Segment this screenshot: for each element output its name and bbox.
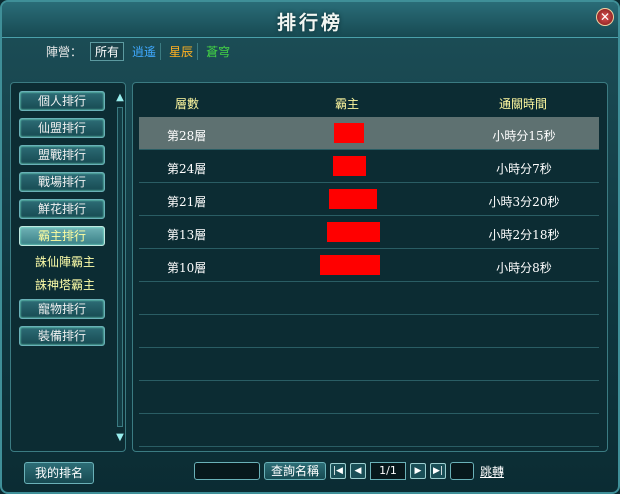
my-rank-button[interactable]: 我的排名 [24, 462, 94, 484]
search-name-input[interactable] [194, 462, 260, 480]
jump-link[interactable]: 跳轉 [480, 463, 504, 480]
sidebar-item-personal[interactable]: 個人排行 [19, 91, 105, 111]
window-title: 排行榜 [276, 12, 343, 34]
close-icon[interactable]: ✕ [596, 8, 614, 26]
table-row[interactable]: 第13層 小時2分18秒 [139, 216, 599, 249]
camp-option-all[interactable]: 所有 [90, 41, 125, 61]
next-page-icon[interactable]: ▶ [410, 463, 426, 479]
sidebar-scrollbar[interactable]: ▲ ▼ [115, 93, 125, 443]
header-level: 層數 [175, 97, 200, 111]
row-level: 第10層 [167, 261, 207, 275]
sidebar-item-flower[interactable]: 鮮花排行 [19, 199, 105, 219]
redacted-name [334, 123, 364, 143]
table-row[interactable]: 第28層 小時分15秒 [139, 117, 599, 150]
table-row[interactable]: 第21層 小時3分20秒 [139, 183, 599, 216]
sidebar-item-overlord[interactable]: 霸主排行 [19, 226, 105, 246]
redacted-name [327, 222, 380, 242]
empty-row [139, 381, 599, 414]
sidebar-item-guild[interactable]: 仙盟排行 [19, 118, 105, 138]
header-time: 通關時間 [499, 97, 548, 111]
sidebar-item-equipment[interactable]: 裝備排行 [19, 326, 105, 346]
empty-row [139, 414, 599, 447]
camp-filter: 陣營： 所有 逍遙 星辰 蒼穹 [10, 40, 610, 62]
redacted-name [329, 189, 377, 209]
row-time: 小時分8秒 [496, 261, 552, 275]
row-time: 小時3分20秒 [488, 195, 560, 209]
first-page-icon[interactable]: |◀ [330, 463, 346, 479]
sidebar-subitem-zhushen[interactable]: 誅神塔霸主 [35, 276, 95, 293]
empty-row [139, 282, 599, 315]
camp-option-xiaoyao[interactable]: 逍遙 [128, 42, 162, 60]
empty-row [139, 315, 599, 348]
sidebar-item-pet[interactable]: 寵物排行 [19, 299, 105, 319]
row-level: 第13層 [167, 228, 207, 242]
leaderboard-window: 排行榜 ✕ 陣營： 所有 逍遙 星辰 蒼穹 個人排行 仙盟排行 盟戰排行 戰場排… [0, 0, 620, 494]
row-time: 小時分15秒 [492, 129, 556, 143]
row-time: 小時分7秒 [496, 162, 552, 176]
page-number-input[interactable] [450, 462, 474, 480]
empty-row [139, 348, 599, 381]
row-level: 第28層 [167, 129, 207, 143]
header-lord: 霸主 [335, 97, 360, 111]
title-bar: 排行榜 ✕ [2, 2, 618, 38]
redacted-name [333, 156, 366, 176]
search-name-button[interactable]: 查詢名稱 [264, 462, 326, 480]
last-page-icon[interactable]: ▶| [430, 463, 446, 479]
table-row[interactable]: 第10層 小時分8秒 [139, 249, 599, 282]
sidebar-subitem-zhuxian[interactable]: 誅仙陣霸主 [35, 253, 95, 270]
row-time: 小時2分18秒 [488, 228, 560, 242]
scroll-down-icon[interactable]: ▼ [115, 433, 125, 443]
prev-page-icon[interactable]: ◀ [350, 463, 366, 479]
scroll-track[interactable] [117, 107, 123, 427]
page-indicator: 1/1 [370, 462, 406, 480]
redacted-name [320, 255, 380, 275]
camp-option-cangqiong[interactable]: 蒼穹 [202, 43, 234, 60]
table-row[interactable]: 第24層 小時分7秒 [139, 150, 599, 183]
ranking-table: 層數 霸主 通關時間 第28層 小時分15秒 第24層 小時分7秒 第21層 小… [132, 82, 608, 452]
scroll-up-icon[interactable]: ▲ [115, 93, 125, 103]
sidebar-item-guild-war[interactable]: 盟戰排行 [19, 145, 105, 165]
row-level: 第21層 [167, 195, 207, 209]
row-level: 第24層 [167, 162, 207, 176]
camp-label: 陣營： [46, 44, 83, 59]
pagination: 查詢名稱 |◀ ◀ 1/1 ▶ ▶| 跳轉 [194, 460, 504, 482]
category-sidebar: 個人排行 仙盟排行 盟戰排行 戰場排行 鮮花排行 霸主排行 誅仙陣霸主 誅神塔霸… [10, 82, 126, 452]
camp-option-xingchen[interactable]: 星辰 [165, 42, 199, 60]
sidebar-item-battlefield[interactable]: 戰場排行 [19, 172, 105, 192]
